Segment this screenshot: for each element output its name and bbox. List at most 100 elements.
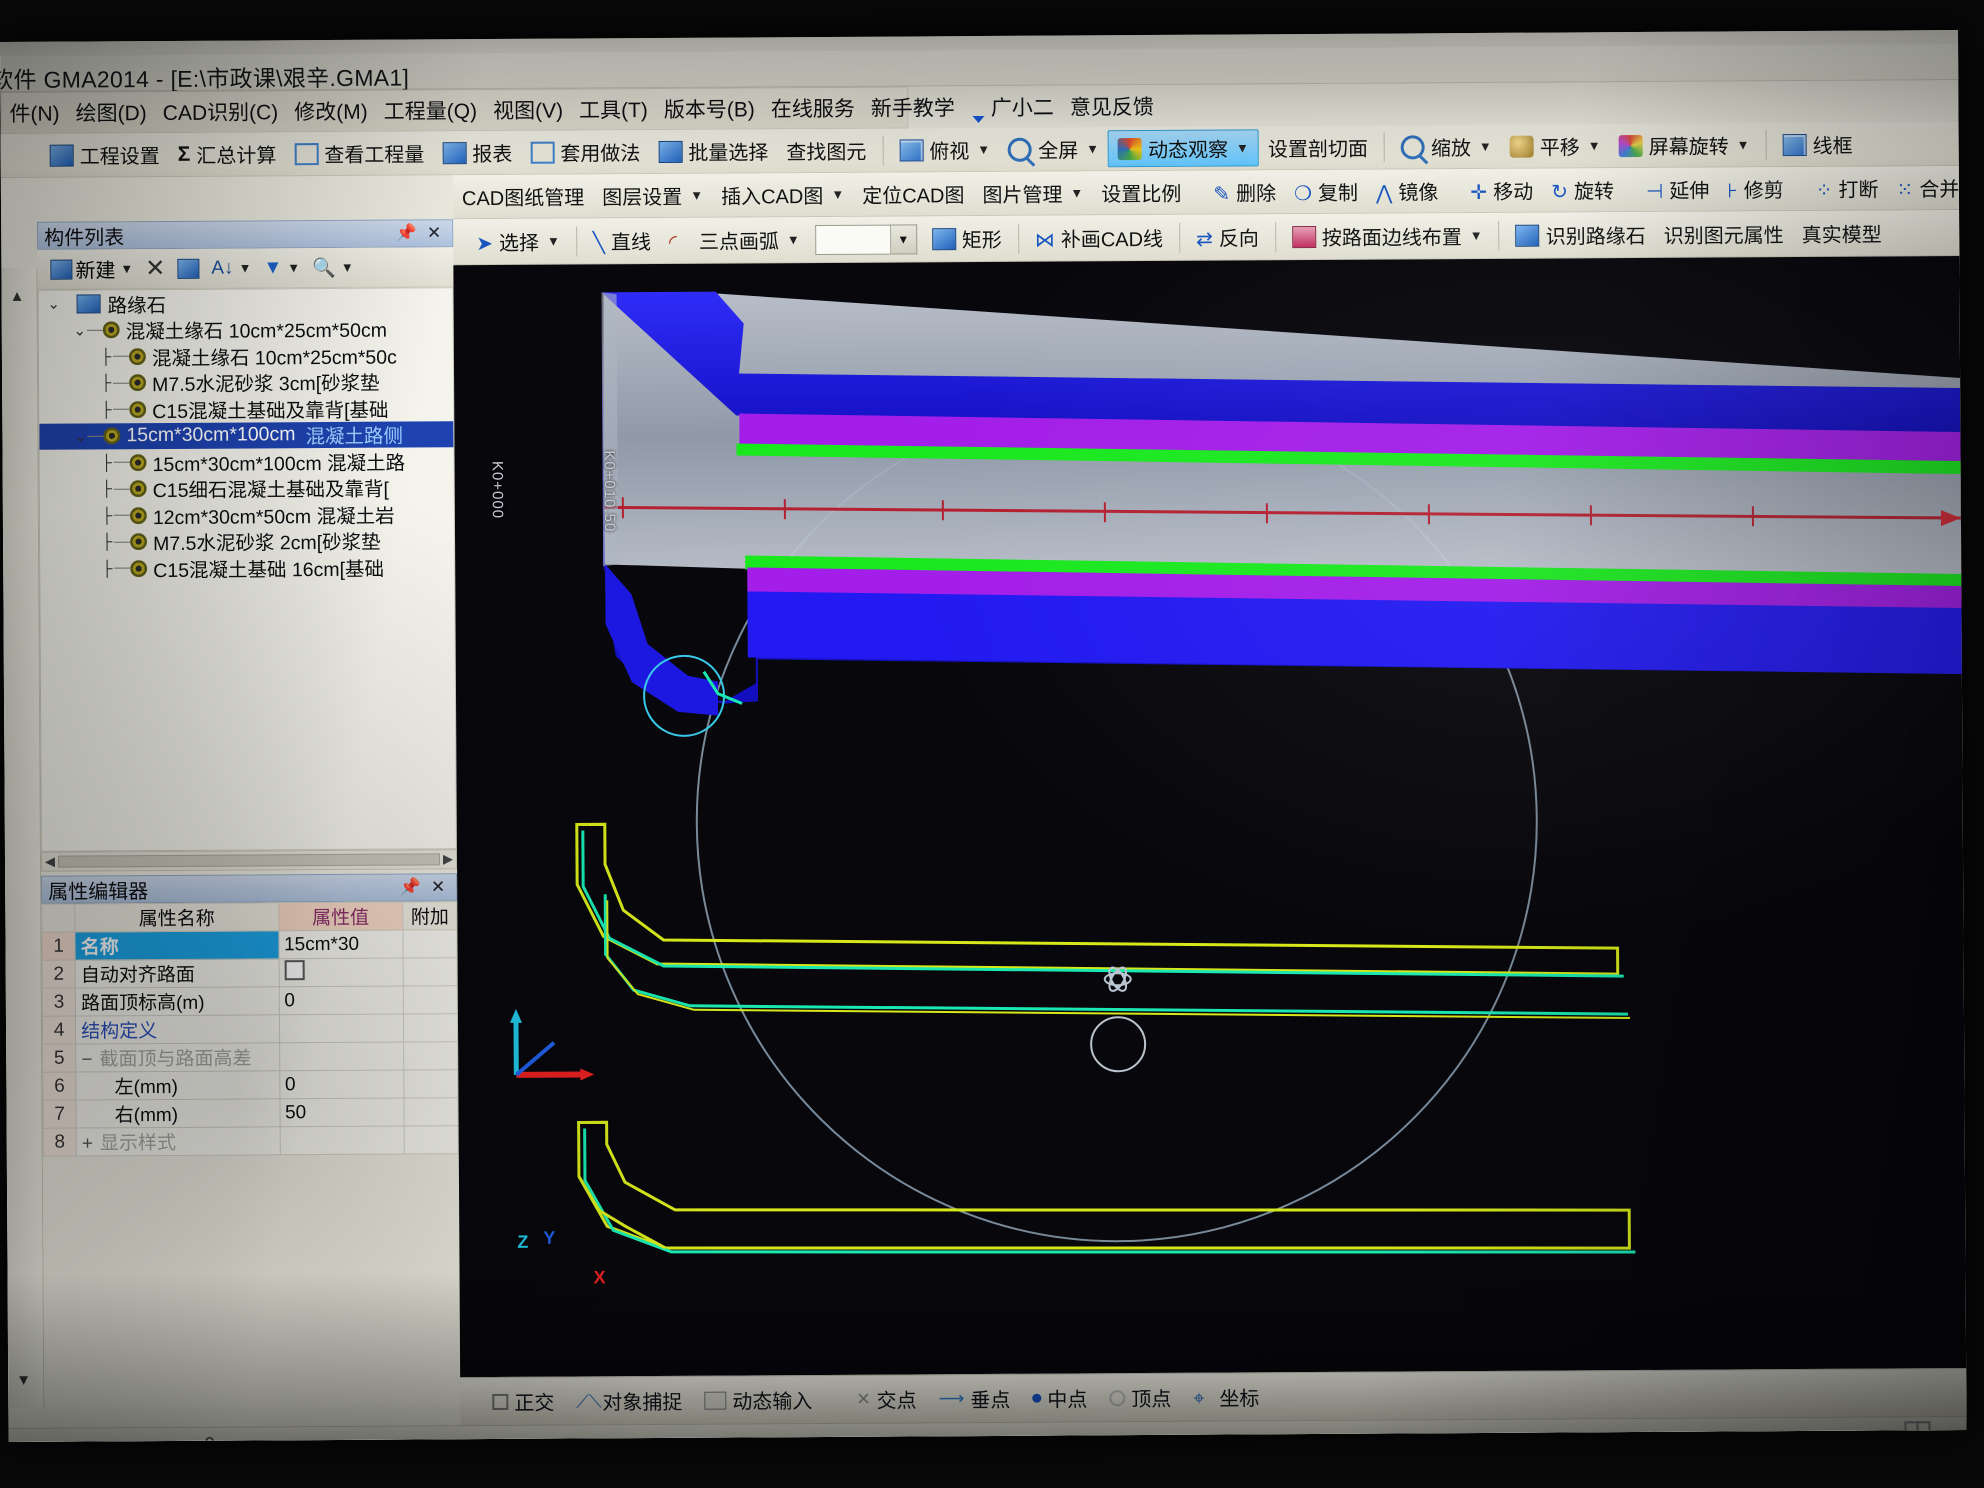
scroll-thumb[interactable] [57,853,441,868]
chevron-down-icon[interactable]: ▼ [287,260,300,275]
toolbar-delete[interactable]: ✎ 删除 [1204,174,1285,209]
toolbar-locate-cad[interactable]: 定位CAD图 [853,176,973,212]
scroll-right-arrow[interactable]: ▶ [443,851,453,867]
toolbar-layer-settings[interactable]: 图层设置 ▼ [593,178,712,214]
property-row[interactable]: 4 结构定义 [42,1013,458,1045]
combo-dropdown-button[interactable]: ▼ [890,223,917,255]
menu-item-file[interactable]: 件(N) [1,95,67,131]
property-row[interactable]: 5− 截面顶与路面高差 [42,1041,458,1073]
menu-item-view[interactable]: 视图(V) [485,92,571,129]
property-row-extra[interactable] [403,985,458,1015]
toolbar-mirror[interactable]: ⋀ 镜像 [1367,173,1448,208]
toolbar-merge[interactable]: ⁙ 合并 [1887,170,1966,205]
toolbar-trim[interactable]: ⊦ 修剪 [1718,171,1793,206]
tree-item[interactable]: ├ — M7.5水泥砂浆 3cm[砂浆垫 [39,368,453,397]
component-tree[interactable]: ⌄ 路缘石 ⌄ — 混凝土缘石 10cm*25cm*50cm ├ — 混凝土缘石 10cm*2… [37,287,457,852]
property-row[interactable]: 2 自动对齐路面 [42,957,458,989]
tree-item[interactable]: ├ — 混凝土缘石 10cm*25cm*50c [39,341,453,370]
copy-component-button[interactable] [172,256,204,280]
status-perpendicular[interactable]: ⟶ 垂点 [930,1382,1018,1416]
status-intersection[interactable]: ✕ 交点 [848,1382,924,1415]
chevron-down-icon[interactable]: ▼ [787,232,800,247]
menu-item-assistant[interactable]: 广小二 [983,89,1062,125]
chevron-down-icon[interactable]: ▼ [547,234,560,249]
tree-item[interactable]: ├ —15cm*30cm*100cm 混凝土路 [39,447,453,476]
property-row[interactable]: 6 左(mm) 0 [42,1069,458,1101]
expander-chevron-icon[interactable]: ⌄ [73,427,87,445]
toolbar-apply-method[interactable]: 套用做法 [521,134,649,170]
property-row[interactable]: 7 右(mm) 50 [42,1097,459,1129]
chevron-down-icon[interactable]: ▼ [341,260,354,275]
toolbar-insert-cad[interactable]: 插入CAD图 ▼ [712,177,853,213]
toolbar-road-edge-layout[interactable]: 按路面边线布置 ▼ [1283,218,1492,254]
toolbar-select[interactable]: ➤ 选择 ▼ [467,224,569,260]
property-row-value[interactable] [279,1042,404,1071]
status-midpoint[interactable]: 中点 [1024,1381,1095,1414]
toolbar-orbit[interactable]: 动态观察 ▼ [1107,129,1260,168]
tree-scroll-down-arrow[interactable]: ▼ [16,1372,31,1389]
chevron-down-icon[interactable]: ▼ [1470,228,1483,243]
property-row[interactable]: 1 名称 15cm*30 [41,929,458,961]
pin-icon[interactable]: 📌 [395,877,426,897]
property-row-extra[interactable] [403,1097,459,1127]
chevron-down-icon[interactable]: ▼ [1236,140,1249,155]
chevron-down-icon[interactable]: ▼ [1086,141,1099,156]
expander-chevron-icon[interactable]: ⌄ [47,295,61,313]
property-row-value[interactable] [278,1014,404,1043]
tree-horizontal-scrollbar[interactable]: ◀ ▶ [40,849,458,872]
menu-item-feedback[interactable]: 意见反馈 [1062,88,1162,125]
group-toggle-icon[interactable]: + [82,1133,100,1155]
property-row-value[interactable]: 15cm*30 [278,930,404,959]
toolbar-recognize-attributes[interactable]: 识别图元属性 [1655,216,1793,252]
toolbar-rectangle[interactable]: 矩形 [923,221,1011,257]
property-row[interactable]: 3 路面顶标高(m) 0 [42,985,458,1017]
property-row-extra[interactable] [403,1041,458,1071]
toolbar-zoom[interactable]: 缩放 ▼ [1392,129,1501,165]
property-row-value[interactable]: 50 [279,1098,405,1127]
toolbar-real-model[interactable]: 真实模型 [1793,215,1891,251]
toolbar-view-quantity[interactable]: 查看工程量 [285,135,433,171]
toolbar-three-point-arc[interactable]: ◜ 三点画弧 ▼ [660,222,809,258]
menu-item-online-service[interactable]: 在线服务 [763,90,863,127]
new-component-button[interactable]: 新建 ▼ [45,252,138,286]
chevron-down-icon[interactable]: ▼ [239,260,252,275]
chevron-down-icon[interactable]: ▼ [977,142,990,157]
property-row-value[interactable] [278,958,404,987]
status-osnap[interactable]: ⟋⟍ 对象捕捉 [568,1384,690,1418]
toolbar-copy[interactable]: ❍ 复制 [1285,174,1367,209]
model-viewport[interactable]: K0+000 K0+010.50 Z Y X [453,256,1967,1378]
draw-combo[interactable]: ▼ [814,223,917,255]
menu-item-quantity[interactable]: 工程量(Q) [376,92,486,129]
toolbar-top-view[interactable]: 俯视 ▼ [890,132,999,168]
chevron-down-icon[interactable]: ▼ [690,188,703,203]
toolbar-fullscreen[interactable]: 全屏 ▼ [999,131,1108,167]
menu-item-cad-recognition[interactable]: CAD识别(C) [155,93,287,130]
toolbar-project-settings[interactable]: 工程设置 [41,137,169,173]
toolbar-line[interactable]: ╲ 直线 [584,223,660,258]
status-vertex[interactable]: 顶点 [1101,1381,1179,1414]
menu-item-tools[interactable]: 工具(T) [571,91,656,128]
search-button[interactable]: 🔍 ▼ [307,253,359,281]
chevron-down-icon[interactable]: ▼ [1070,185,1083,200]
toolbar-rotate[interactable]: ↻ 旋转 [1542,172,1623,207]
close-icon[interactable]: ✕ [426,877,450,897]
chevron-down-icon[interactable]: ▼ [831,187,844,202]
pin-icon[interactable]: 📌 [391,223,422,243]
toolbar-wireframe[interactable]: 线框 [1773,127,1861,163]
toolbar-set-scale[interactable]: 设置比例 [1092,175,1190,211]
toolbar-break[interactable]: ⁘ 打断 [1807,170,1888,205]
group-toggle-icon[interactable]: − [81,1049,99,1071]
toolbar-image-manager[interactable]: 图片管理 ▼ [973,175,1092,211]
toolbar-extend[interactable]: ⊣ 延伸 [1637,172,1719,207]
toolbar-find-element[interactable]: 查找图元 [777,133,875,169]
toolbar-batch-select[interactable]: 批量选择 [649,133,777,169]
delete-component-button[interactable]: ✕ [140,252,170,285]
toolbar-cad-drawing-manager[interactable]: CAD图纸管理 [453,178,593,214]
scroll-left-arrow[interactable]: ◀ [45,854,55,870]
property-row-value[interactable] [279,1126,405,1155]
toolbar-recognize-curb[interactable]: 识别路缘石 [1507,217,1655,253]
menu-item-modify[interactable]: 修改(M) [286,93,376,130]
checkbox[interactable] [284,959,305,980]
close-icon[interactable]: ✕ [422,223,446,243]
toolbar-reverse[interactable]: ⇄ 反向 [1187,219,1268,254]
